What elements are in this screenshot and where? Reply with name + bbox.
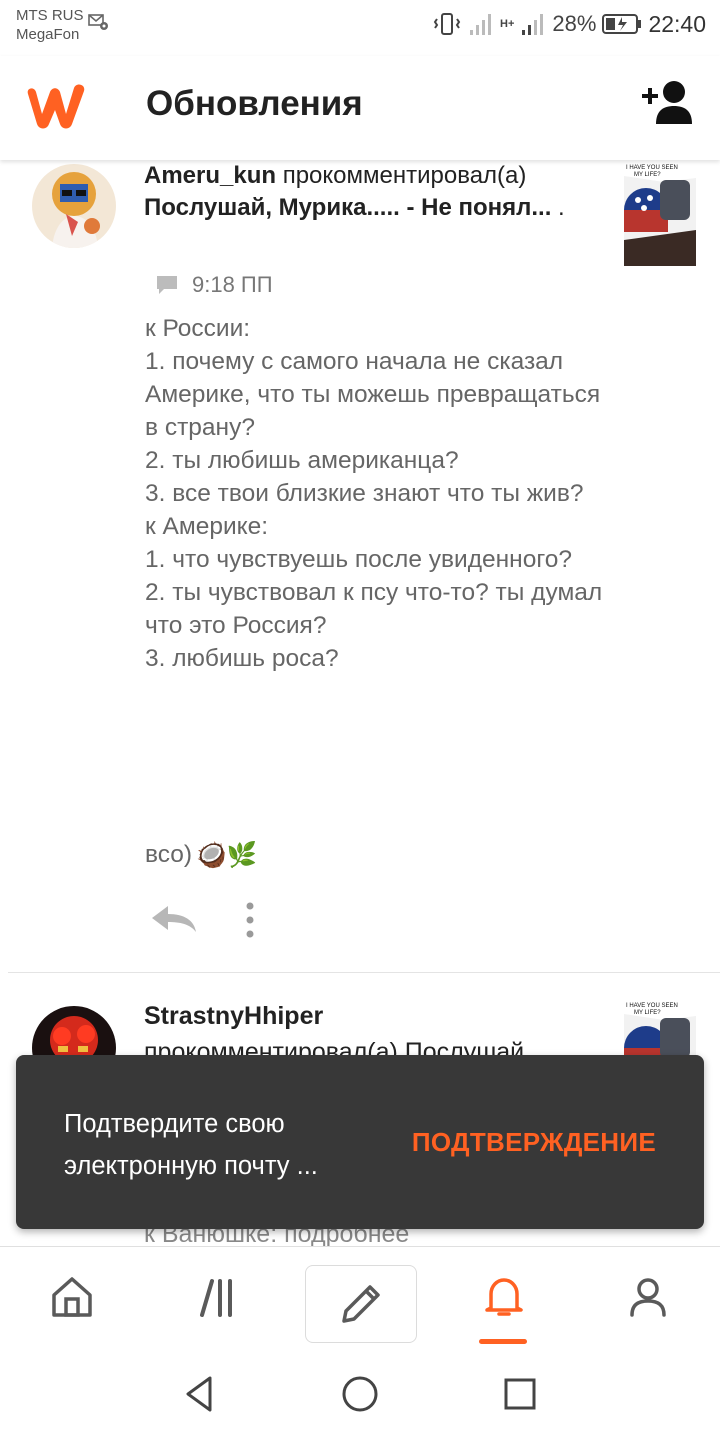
battery-percent: 28% xyxy=(552,11,597,36)
comment-text: к России: 1. почему с самого начала не с… xyxy=(145,315,603,672)
svg-text:I HAVE YOU SEEN: I HAVE YOU SEEN xyxy=(626,1003,678,1009)
avatar-image xyxy=(32,164,116,248)
snackbar-message: Подтвердите свою электронную почту ... xyxy=(64,1110,318,1180)
email-confirm-snackbar: Подтвердите свою электронную почту ... П… xyxy=(16,1055,704,1229)
status-bar: MTS RUS MegaFon H+ 28% 22:40 xyxy=(0,0,720,52)
nav-home[interactable] xyxy=(32,1247,112,1347)
more-options-icon[interactable] xyxy=(238,900,262,940)
svg-text:MY LIFE?: MY LIFE? xyxy=(634,172,661,178)
signal-icon-2 xyxy=(522,14,544,35)
svg-text:I HAVE YOU SEEN: I HAVE YOU SEEN xyxy=(626,165,678,171)
comment-sign: всо) 🥥🌿 xyxy=(145,840,257,870)
divider xyxy=(8,972,720,973)
network-type: H+ xyxy=(500,17,515,30)
bottom-navigation xyxy=(0,1246,720,1351)
status-indicators: H+ 28% 22:40 xyxy=(432,10,706,38)
active-tab-indicator xyxy=(479,1339,527,1344)
nav-profile[interactable] xyxy=(608,1247,688,1347)
nav-library[interactable] xyxy=(178,1247,258,1347)
profile-icon xyxy=(630,1278,666,1317)
story-title[interactable]: Послушай, Мурика..... - Не понял... xyxy=(144,194,551,221)
confirm-button[interactable]: ПОДТВЕРЖДЕНИЕ xyxy=(412,1127,656,1158)
back-icon[interactable] xyxy=(178,1372,222,1416)
title-suffix: . xyxy=(551,194,565,221)
carrier-name-1: MTS RUS xyxy=(16,7,84,24)
sign-emoji: 🥥🌿 xyxy=(196,842,258,869)
svg-text:MY LIFE?: MY LIFE? xyxy=(634,1010,661,1016)
nav-notifications[interactable] xyxy=(464,1247,544,1347)
system-navigation xyxy=(0,1350,720,1440)
home-circle-icon[interactable] xyxy=(338,1372,382,1416)
add-user-icon[interactable] xyxy=(640,78,696,128)
thumbnail-image: I HAVE YOU SEEN MY LIFE? xyxy=(624,160,696,266)
wattpad-logo-icon[interactable] xyxy=(24,80,88,130)
clock: 22:40 xyxy=(648,10,706,37)
avatar[interactable] xyxy=(32,164,116,248)
action-text: прокомментировал(а) xyxy=(276,162,527,189)
nav-write[interactable] xyxy=(305,1265,417,1343)
write-icon xyxy=(342,1285,380,1323)
carrier-name-2: MegaFon xyxy=(16,26,80,43)
story-thumbnail[interactable]: I HAVE YOU SEEN MY LIFE? xyxy=(624,160,696,266)
notification-headline[interactable]: Ameru_kun прокомментировал(а) Послушай, … xyxy=(144,160,604,224)
username[interactable]: Ameru_kun xyxy=(144,162,276,189)
page-title: Обновления xyxy=(146,84,363,123)
vibrate-icon xyxy=(433,13,461,35)
app-bar: Обновления xyxy=(0,56,720,160)
notification-meta: 9:18 ПП xyxy=(156,272,273,298)
reply-icon[interactable] xyxy=(150,904,198,934)
home-icon xyxy=(52,1277,92,1317)
mail-settings-icon xyxy=(88,14,108,30)
comment-icon xyxy=(157,276,177,294)
signal-icon xyxy=(470,14,492,35)
recents-icon[interactable] xyxy=(498,1372,542,1416)
library-icon xyxy=(200,1279,232,1317)
timestamp: 9:18 ПП xyxy=(192,272,273,297)
sign-text: всо) xyxy=(145,841,193,868)
notifications-icon xyxy=(485,1278,523,1316)
battery-icon xyxy=(602,14,642,34)
username[interactable]: StrastnyHhiper xyxy=(144,1002,323,1031)
